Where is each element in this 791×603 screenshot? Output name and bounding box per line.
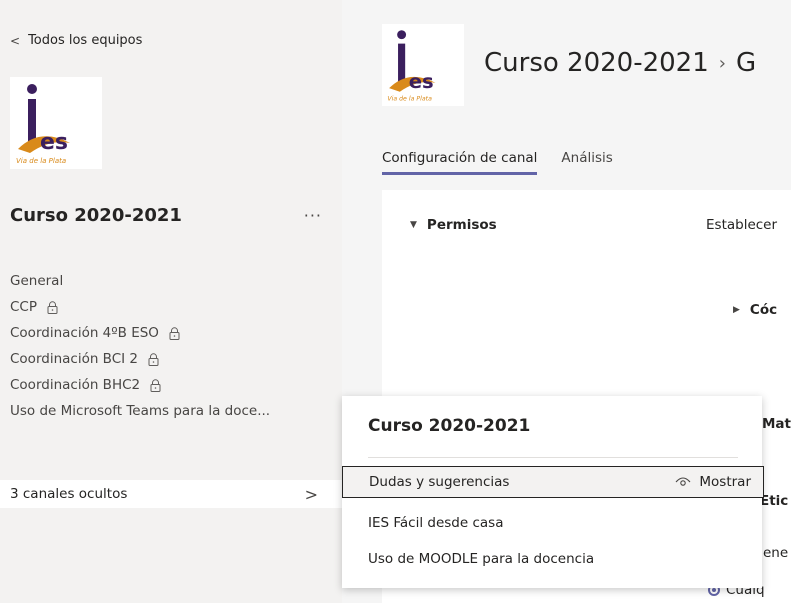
breadcrumb-separator-icon: › <box>718 52 726 74</box>
code-label: Cóc <box>749 302 778 318</box>
popup-title: Curso 2020-2021 <box>368 416 531 436</box>
chevron-right-icon: > <box>304 484 318 504</box>
hidden-channel-label: Uso de MOODLE para la docencia <box>368 551 595 567</box>
channel-item-coord-4b-eso[interactable]: Coordinación 4ºB ESO <box>0 320 342 346</box>
channel-item-coord-bhc2[interactable]: Coordinación BHC2 <box>0 372 342 398</box>
logo-letters: es <box>40 130 68 155</box>
tab-bar: Configuración de canal Análisis <box>382 150 613 175</box>
hidden-channel-item[interactable]: IES Fácil desde casa <box>342 507 762 539</box>
channel-label: Coordinación 4ºB ESO <box>10 325 159 341</box>
tab-analytics[interactable]: Análisis <box>561 150 612 175</box>
hidden-channels-popup: Curso 2020-2021 Dudas y sugerencias Most… <box>342 396 764 588</box>
logo-caption: Via de la Plata <box>16 157 66 165</box>
show-button-label: Mostrar <box>699 474 751 490</box>
eye-icon <box>675 477 691 486</box>
channel-label: Uso de Microsoft Teams para la doce... <box>10 403 271 419</box>
team-logo: es Via de la Plata <box>10 77 102 169</box>
lock-icon <box>150 378 161 392</box>
channel-label: General <box>10 273 64 289</box>
hidden-channels-label: 3 canales ocultos <box>10 486 128 502</box>
channel-item-ccp[interactable]: CCP <box>0 294 342 320</box>
header-logo-caption: Via de la Plata <box>387 95 432 103</box>
all-teams-back-link[interactable]: < Todos los equipos <box>10 33 142 48</box>
more-options-icon[interactable]: ··· <box>304 206 322 225</box>
channel-label: Coordinación BHC2 <box>10 377 141 393</box>
hidden-channel-item[interactable]: Uso de MOODLE para la docencia <box>342 543 762 575</box>
show-channel-button[interactable]: Mostrar <box>675 467 751 497</box>
team-title-row: Curso 2020-2021 ··· <box>10 205 322 226</box>
channel-label: Coordinación BCI 2 <box>10 351 138 367</box>
header-team-logo: es Via de la Plata <box>382 24 464 106</box>
hidden-channel-label: Dudas y sugerencias <box>369 474 510 490</box>
channel-item-general[interactable]: General <box>0 268 342 294</box>
tab-channel-settings[interactable]: Configuración de canal <box>382 150 538 175</box>
code-section-toggle[interactable]: ▶ Cóc <box>733 302 777 318</box>
back-link-label: Todos los equipos <box>28 33 143 48</box>
settings-label-eti: Etic <box>760 493 789 509</box>
lock-icon <box>47 300 58 314</box>
lock-icon <box>148 352 159 366</box>
hidden-channels-item[interactable]: 3 canales ocultos > <box>0 480 342 508</box>
caret-down-icon: ▼ <box>410 220 417 230</box>
page-title-team: Curso 2020-2021 <box>484 48 709 78</box>
team-sidebar: < Todos los equipos es Via de la Plata C… <box>0 0 342 603</box>
page-title-channel[interactable]: G <box>736 48 756 78</box>
channel-item-uso-teams[interactable]: Uso de Microsoft Teams para la doce... <box>0 398 342 424</box>
page-title: Curso 2020-2021 › G <box>484 48 756 78</box>
channel-list: General CCP Coordinación 4ºB ESO Coordin… <box>0 268 342 424</box>
team-title: Curso 2020-2021 <box>10 205 182 226</box>
chevron-left-icon: < <box>10 33 21 48</box>
permissions-section-toggle[interactable]: ▼ Permisos <box>410 217 497 233</box>
settings-label-ma: Mat <box>762 416 791 432</box>
permissions-description: Establecer <box>706 217 778 233</box>
hidden-channel-item[interactable]: Dudas y sugerencias Mostrar <box>342 466 764 498</box>
lock-icon <box>169 326 180 340</box>
permissions-label: Permisos <box>426 217 497 233</box>
header-logo-letters: es <box>409 70 434 93</box>
channel-item-coord-bci2[interactable]: Coordinación BCI 2 <box>0 346 342 372</box>
channel-label: CCP <box>10 299 37 315</box>
popup-divider <box>368 457 738 458</box>
settings-label-gen: ene <box>763 545 789 561</box>
caret-right-icon: ▶ <box>733 305 740 315</box>
hidden-channel-label: IES Fácil desde casa <box>368 515 504 531</box>
